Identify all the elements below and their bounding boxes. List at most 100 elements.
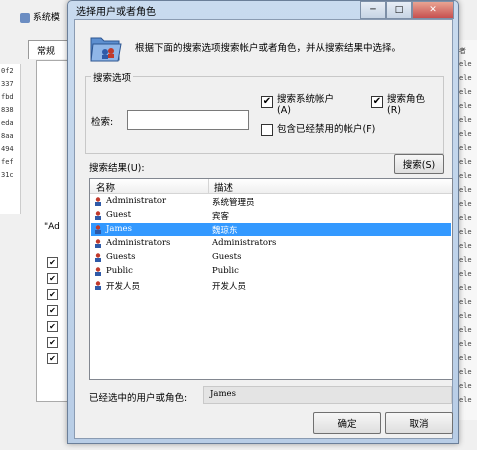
user-icon	[95, 225, 101, 234]
background-right-text: ele	[459, 396, 472, 404]
search-results-label: 搜索结果(U):	[89, 163, 145, 174]
result-row-description: 宾客	[212, 212, 230, 222]
dialog-client-area: 根据下面的搜索选项搜索帐户或者角色，并从搜索结果中选择。 搜索选项 检索: ✔ …	[74, 19, 453, 439]
background-right-text: ele	[459, 102, 472, 110]
background-strip-text: 8aa	[1, 132, 14, 140]
background-checkbox[interactable]: ✔	[47, 273, 58, 284]
background-strip-text: 494	[1, 145, 14, 153]
background-right-text: ele	[459, 256, 472, 264]
result-row-name: Guests	[106, 252, 136, 262]
include-disabled-label: 包含已经禁用的帐户(F)	[277, 124, 376, 135]
background-item-fragment: "Ad	[44, 222, 60, 232]
search-button[interactable]: 搜索(S)	[394, 154, 444, 174]
minimize-button[interactable]: ─	[360, 1, 386, 19]
result-row-description: 系统管理员	[212, 198, 255, 208]
result-row-description: Public	[212, 266, 239, 276]
column-description-header[interactable]: 描述	[214, 180, 233, 194]
result-row-description: 开发人员	[212, 282, 247, 292]
background-checkbox[interactable]: ✔	[47, 289, 58, 300]
search-options-legend: 搜索选项	[91, 70, 134, 84]
background-left-strip: 0f2 337 fbd 838 eda 8aa 494 fef 31c	[0, 64, 21, 214]
result-row[interactable]: Guest 宾客	[91, 209, 451, 222]
background-checkbox[interactable]: ✔	[47, 321, 58, 332]
system-accounts-checkbox[interactable]: ✔	[261, 96, 273, 108]
user-icon	[95, 197, 101, 206]
background-strip-text: 838	[1, 106, 14, 114]
background-right-text: ele	[459, 326, 472, 334]
background-right-text: ele	[459, 340, 472, 348]
roles-checkbox[interactable]: ✔	[371, 96, 383, 108]
column-divider[interactable]	[208, 179, 209, 193]
background-right-text: ele	[459, 74, 472, 82]
background-right-text: ele	[459, 116, 472, 124]
app-icon	[20, 12, 30, 23]
background-strip-text: 0f2	[1, 67, 14, 75]
select-users-dialog: 选择用户或者角色 ─ □ ✕ 根据下面的搜索选项搜索帐户或者角色，并从搜索结果中…	[67, 0, 459, 444]
background-right-text: ele	[459, 228, 472, 236]
background-right-text: ele	[459, 382, 472, 390]
selected-users-field: James	[203, 386, 452, 404]
dialog-title: 选择用户或者角色	[76, 7, 156, 18]
background-strip-text: eda	[1, 119, 14, 127]
background-right-text: ele	[459, 270, 472, 278]
result-row-description: 魏琼东	[212, 226, 238, 236]
column-name-header[interactable]: 名称	[96, 180, 115, 194]
background-right-text: ele	[459, 368, 472, 376]
results-column-header: 名称 描述	[90, 179, 452, 194]
result-row[interactable]: James 魏琼东	[91, 223, 451, 236]
result-row[interactable]: Administrator 系统管理员	[91, 195, 451, 208]
result-row-description: Guests	[212, 252, 242, 262]
user-icon	[95, 211, 101, 220]
ok-button[interactable]: 确定	[313, 412, 381, 434]
result-row-description: Administrators	[212, 238, 277, 248]
result-row[interactable]: 开发人员 开发人员	[91, 279, 451, 292]
user-icon	[95, 267, 101, 276]
search-results-list[interactable]: 名称 描述 Administrator 系统管理员 Guest 宾客 James 魏琼东 A…	[89, 178, 453, 380]
background-right-text: ele	[459, 312, 472, 320]
user-icon	[95, 239, 101, 248]
selected-users-value: James	[210, 389, 236, 399]
background-tab-general[interactable]: 常规	[28, 40, 72, 59]
cancel-button[interactable]: 取消	[385, 412, 453, 434]
background-right-text: ele	[459, 186, 472, 194]
background-right-text: ele	[459, 88, 472, 96]
background-strip-text: fef	[1, 158, 14, 166]
background-strip-text: fbd	[1, 93, 14, 101]
instruction-text: 根据下面的搜索选项搜索帐户或者角色，并从搜索结果中选择。	[135, 43, 402, 54]
background-right-text: ele	[459, 354, 472, 362]
user-icon	[95, 253, 101, 262]
system-accounts-label: 搜索系统帐户 (A)	[277, 94, 335, 116]
background-right-text: ele	[459, 214, 472, 222]
background-right-text: ele	[459, 60, 472, 68]
user-icon	[95, 281, 101, 290]
users-folder-icon	[90, 37, 122, 62]
selected-users-label: 已经选中的用户或角色:	[89, 393, 188, 404]
close-button[interactable]: ✕	[412, 1, 454, 19]
background-strip-text: 337	[1, 80, 14, 88]
background-right-text: ele	[459, 298, 472, 306]
background-checkbox[interactable]: ✔	[47, 337, 58, 348]
background-right-text: 者	[459, 47, 466, 55]
maximize-button[interactable]: □	[386, 1, 412, 19]
search-location-label: 检索:	[91, 117, 114, 128]
result-row-name: Guest	[106, 210, 132, 220]
background-checkbox[interactable]: ✔	[47, 257, 58, 268]
background-right-text: ele	[459, 242, 472, 250]
result-row[interactable]: Guests Guests	[91, 251, 451, 264]
background-right-text: ele	[459, 158, 472, 166]
result-row-name: James	[106, 224, 132, 234]
include-disabled-checkbox[interactable]	[261, 124, 273, 136]
result-row-name: Administrator	[106, 196, 167, 206]
result-row-name: Administrators	[106, 238, 171, 248]
result-row[interactable]: Public Public	[91, 265, 451, 278]
result-row[interactable]: Administrators Administrators	[91, 237, 451, 250]
search-location-input[interactable]	[127, 110, 249, 130]
background-right-text: ele	[459, 200, 472, 208]
background-checkbox[interactable]: ✔	[47, 353, 58, 364]
result-row-name: Public	[106, 266, 133, 276]
roles-label: 搜索角色 (R)	[387, 94, 426, 116]
background-right-text: ele	[459, 130, 472, 138]
background-checkbox[interactable]: ✔	[47, 305, 58, 316]
title-bar-controls: ─ □ ✕	[360, 1, 454, 19]
background-right-text: ele	[459, 144, 472, 152]
